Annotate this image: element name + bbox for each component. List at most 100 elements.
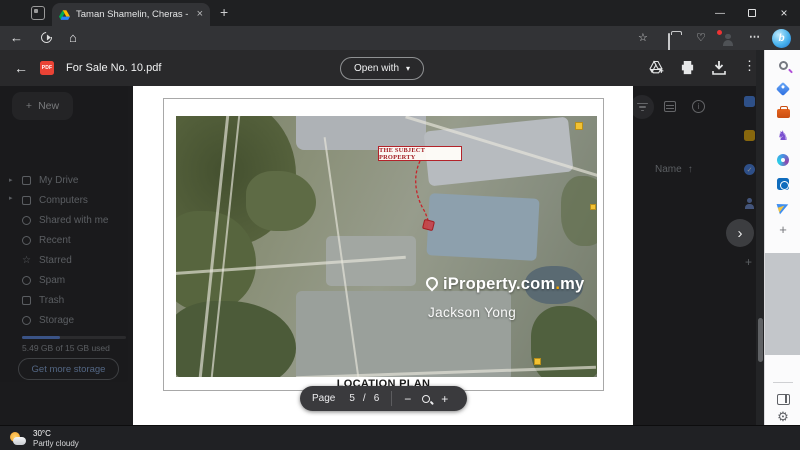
- name-column-header[interactable]: Name ↑: [655, 164, 693, 175]
- calendar-icon[interactable]: [744, 96, 755, 107]
- page-separator: /: [363, 393, 366, 404]
- next-page-button[interactable]: ›: [726, 219, 754, 247]
- cloud-icon: [22, 316, 31, 325]
- more-options-icon[interactable]: ⋮: [743, 58, 756, 74]
- plus-icon: +: [26, 100, 32, 112]
- watermark: iProperty.com.my: [426, 275, 584, 294]
- sidebar-item-spam[interactable]: Spam: [0, 270, 133, 290]
- tab-close-icon[interactable]: ×: [197, 9, 203, 20]
- filter-icon[interactable]: [630, 95, 654, 119]
- open-with-button[interactable]: Open with ▾: [340, 57, 424, 80]
- weather-condition: Partly cloudy: [33, 439, 79, 448]
- tasks-icon[interactable]: ✓: [744, 164, 755, 175]
- page-label: Page: [312, 393, 335, 404]
- browser-menu-icon[interactable]: ⋯: [749, 30, 760, 43]
- browser-tab-strip: Taman Shamelin, Cheras - SALE × + — ×: [0, 0, 800, 26]
- sidebar-add-icon[interactable]: +: [776, 222, 790, 236]
- windows-taskbar: 30°CPartly cloudy Search b W M 11 ∧ ENGU…: [0, 425, 800, 450]
- open-with-caret-icon: ▾: [406, 64, 410, 73]
- drive-pdf-preview-overlay: ← PDF For Sale No. 10.pdf Open with ▾ ⋮ …: [0, 50, 764, 425]
- sidebar-item-computers[interactable]: ▸Computers: [0, 190, 133, 210]
- browser-essentials-icon[interactable]: ♡: [696, 31, 706, 44]
- item-label: Storage: [39, 315, 74, 326]
- favorites-bar-icon[interactable]: ☆: [638, 31, 648, 44]
- expand-icon[interactable]: ▸: [9, 176, 13, 184]
- download-icon[interactable]: [712, 60, 726, 75]
- sidebar-item-recent[interactable]: Recent: [0, 230, 133, 250]
- item-label: My Drive: [39, 175, 78, 186]
- preview-back-icon[interactable]: ←: [14, 60, 28, 76]
- expand-icon[interactable]: ▸: [9, 194, 13, 202]
- my-drive-icon: [22, 176, 31, 185]
- current-page[interactable]: 5: [349, 393, 355, 404]
- minimize-button[interactable]: —: [704, 0, 736, 26]
- weather-icon: [10, 432, 27, 446]
- maximize-icon: [748, 9, 756, 17]
- open-with-label: Open with: [354, 63, 399, 74]
- weather-widget[interactable]: 30°CPartly cloudy: [10, 429, 79, 448]
- maximize-button[interactable]: [736, 0, 768, 26]
- zoom-in-button[interactable]: +: [441, 392, 448, 406]
- storage-progress-bar: [22, 336, 126, 339]
- zoom-lens-icon[interactable]: [422, 395, 430, 403]
- sort-arrow-icon: ↑: [688, 164, 693, 175]
- pdf-preview-header: ← PDF For Sale No. 10.pdf Open with ▾ ⋮: [0, 50, 756, 86]
- total-pages: 6: [374, 393, 380, 404]
- spam-icon: [22, 276, 31, 285]
- name-label: Name: [655, 164, 682, 175]
- subject-property-label: THE SUBJECT PROPERTY: [378, 146, 462, 161]
- watermark-suffix: my: [560, 275, 584, 293]
- refresh-icon[interactable]: [39, 30, 54, 45]
- add-to-drive-icon[interactable]: [648, 60, 664, 75]
- google-drive-icon: [59, 10, 70, 20]
- preview-scrollbar[interactable]: [756, 50, 764, 425]
- drive-new-button[interactable]: + New: [12, 92, 73, 120]
- sidebar-divider: [773, 382, 793, 383]
- sidebar-settings-icon[interactable]: ⚙: [776, 410, 790, 424]
- drive-sidebar: + New ▸ My Drive ▸Computers Shared with m…: [0, 86, 133, 425]
- tools-icon[interactable]: [776, 106, 790, 120]
- bing-chat-icon[interactable]: b: [772, 29, 791, 48]
- item-label: Trash: [39, 295, 64, 306]
- list-view-icon[interactable]: [664, 101, 676, 112]
- page-controls: Page 5 / 6 − +: [300, 386, 467, 411]
- home-icon[interactable]: ⌂: [69, 30, 77, 45]
- image-creator-icon[interactable]: [776, 153, 790, 167]
- filter-bar: [639, 106, 646, 108]
- new-tab-button[interactable]: +: [220, 4, 228, 20]
- contacts-icon[interactable]: [744, 198, 755, 209]
- zoom-out-button[interactable]: −: [404, 392, 411, 406]
- outlook-icon[interactable]: [776, 177, 790, 191]
- sidebar-item-shared[interactable]: Shared with me: [0, 210, 133, 230]
- get-more-storage-button[interactable]: Get more storage: [18, 358, 119, 380]
- pdf-file-name: For Sale No. 10.pdf: [66, 62, 161, 74]
- weather-temp: 30°C: [33, 429, 51, 438]
- sidebar-item-my-drive[interactable]: ▸ My Drive: [0, 170, 133, 190]
- games-icon[interactable]: ♞: [776, 129, 790, 143]
- close-window-button[interactable]: ×: [768, 0, 800, 26]
- filter-bar: [641, 110, 644, 112]
- scrollbar-thumb[interactable]: [758, 318, 763, 362]
- shopping-tag-icon[interactable]: [776, 82, 790, 96]
- back-icon[interactable]: ←: [10, 30, 23, 45]
- drop-icon[interactable]: [776, 200, 790, 214]
- item-label: Spam: [39, 275, 65, 286]
- sidebar-placeholder-block: [765, 253, 800, 355]
- browser-toolbar: ← ⌂ https://drive.google.com/drive/folde…: [0, 26, 800, 50]
- sidebar-item-trash[interactable]: Trash: [0, 290, 133, 310]
- profile-alert-dot: [717, 30, 722, 35]
- filter-bar: [637, 103, 648, 105]
- sidebar-item-starred[interactable]: ☆Starred: [0, 250, 133, 270]
- side-panel-add-icon[interactable]: +: [745, 255, 752, 269]
- info-icon[interactable]: i: [692, 100, 705, 113]
- keep-icon[interactable]: [744, 130, 755, 141]
- sidebar-search-icon[interactable]: [776, 58, 790, 72]
- browser-tab[interactable]: Taman Shamelin, Cheras - SALE ×: [52, 3, 210, 26]
- print-icon[interactable]: [680, 60, 695, 75]
- edge-sidebar: ♞ + ⚙: [764, 50, 800, 425]
- tab-actions-icon[interactable]: [31, 6, 45, 20]
- window-controls: — ×: [704, 0, 800, 26]
- sidebar-item-storage[interactable]: Storage: [0, 310, 133, 330]
- item-label: Starred: [39, 255, 72, 266]
- sidebar-toggle-icon[interactable]: [776, 392, 790, 406]
